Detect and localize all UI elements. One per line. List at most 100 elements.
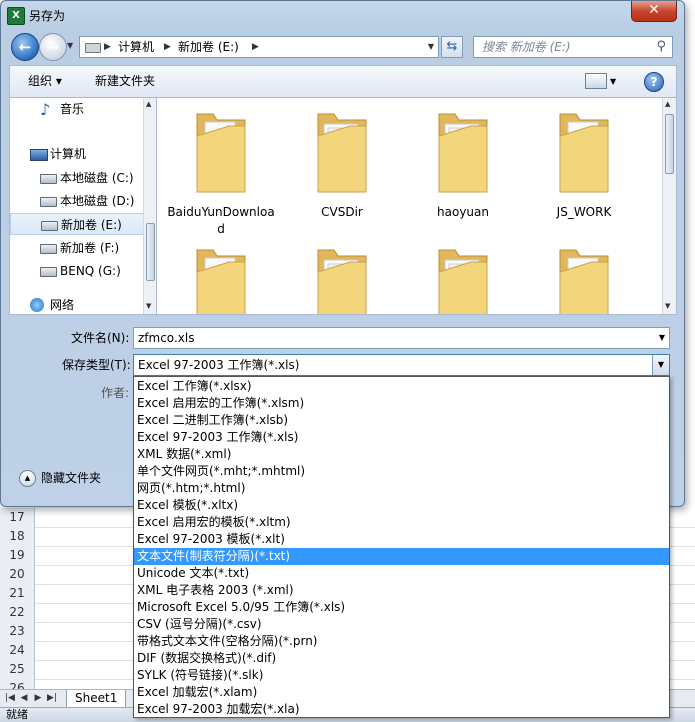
row-header[interactable]: 25	[0, 660, 35, 680]
search-placeholder: 搜索 新加卷 (E:)	[482, 40, 571, 54]
scroll-down-icon[interactable]: ▼	[665, 302, 670, 310]
filename-dropdown-icon[interactable]: ▼	[659, 328, 665, 348]
savetype-option[interactable]: 文本文件(制表符分隔)(*.txt)	[134, 548, 669, 565]
breadcrumb-arrow-icon[interactable]: ▶	[164, 37, 171, 57]
savetype-option[interactable]: Excel 97-2003 模板(*.xlt)	[134, 531, 669, 548]
drive-icon	[41, 221, 58, 231]
nav-item[interactable]: ♪ 音乐	[10, 98, 146, 120]
breadcrumb-arrow-icon[interactable]: ▶	[104, 37, 111, 57]
nav-item[interactable]: 网络	[10, 294, 146, 314]
savetype-select[interactable]: Excel 97-2003 工作簿(*.xls) ▼	[133, 354, 670, 376]
refresh-button[interactable]: ⇆	[441, 36, 463, 58]
view-dropdown-icon[interactable]: ▼	[610, 66, 616, 97]
nav-scroll-thumb[interactable]	[146, 223, 155, 281]
organize-button[interactable]: 组织 ▾	[28, 66, 62, 97]
scroll-down-icon[interactable]: ▼	[146, 302, 151, 310]
row-header[interactable]: 20	[0, 565, 35, 585]
scroll-up-icon[interactable]: ▲	[146, 100, 151, 108]
back-button[interactable]: ←	[11, 33, 39, 61]
new-folder-button[interactable]: 新建文件夹	[95, 66, 155, 97]
folder-label: JS_WORK	[556, 205, 612, 219]
savetype-option[interactable]: Excel 工作簿(*.xlsx)	[134, 378, 669, 395]
savetype-option[interactable]: Excel 二进制工作簿(*.xlsb)	[134, 412, 669, 429]
hide-folders-label: 隐藏文件夹	[41, 471, 102, 485]
savetype-option[interactable]: 网页(*.htm;*.html)	[134, 480, 669, 497]
filename-input[interactable]: zfmco.xls ▼	[133, 327, 670, 349]
prev-sheet-icon[interactable]: ◀	[18, 692, 30, 704]
folder-icon	[193, 242, 249, 314]
savetype-option[interactable]: DIF (数据交换格式)(*.dif)	[134, 650, 669, 667]
drive-icon	[40, 197, 57, 207]
nav-item-label: BENQ (G:)	[60, 264, 121, 278]
savetype-option[interactable]: Excel 97-2003 工作簿(*.xls)	[134, 429, 669, 446]
row-header[interactable]: 18	[0, 527, 35, 547]
savetype-option[interactable]: XML 数据(*.xml)	[134, 446, 669, 463]
title-bar: X 另存为 ✕	[1, 1, 684, 29]
savetype-option[interactable]: 单个文件网页(*.mht;*.mhtml)	[134, 463, 669, 480]
first-sheet-icon[interactable]: |◀	[4, 692, 16, 704]
row-header[interactable]: 21	[0, 584, 35, 604]
savetype-option[interactable]: CSV (逗号分隔)(*.csv)	[134, 616, 669, 633]
nav-item[interactable]: 新加卷 (F:)	[10, 237, 146, 259]
savetype-dropdown-list: Excel 工作簿(*.xlsx) Excel 启用宏的工作簿(*.xlsm) Ex…	[133, 376, 670, 718]
drive-icon	[85, 43, 101, 53]
toolbar: 组织 ▾ 新建文件夹 ▼ ?	[9, 65, 677, 97]
nav-item[interactable]: 计算机	[10, 143, 146, 165]
nav-item[interactable]: 本地磁盘 (D:)	[10, 190, 146, 212]
savetype-option[interactable]: XML 电子表格 2003 (*.xml)	[134, 582, 669, 599]
nav-item-label: 新加卷 (F:)	[60, 241, 120, 255]
folder-icon	[435, 242, 491, 314]
last-sheet-icon[interactable]: ▶|	[46, 692, 58, 704]
view-icon[interactable]	[585, 73, 607, 89]
folder-label: haoyuan	[437, 205, 489, 219]
savetype-option[interactable]: Unicode 文本(*.txt)	[134, 565, 669, 582]
history-dropdown-icon[interactable]: ▼	[67, 39, 77, 53]
breadcrumb-computer[interactable]: 计算机	[118, 37, 154, 57]
folder-label: CVSDir	[321, 205, 363, 219]
folder-label: BaiduYunDownload	[167, 205, 275, 236]
row-header[interactable]: 22	[0, 603, 35, 623]
row-header[interactable]: 24	[0, 641, 35, 661]
files-scroll-thumb[interactable]	[665, 114, 674, 174]
navigation-pane: ♪ 音乐计算机 本地磁盘 (C:) 本地磁盘 (D:) 新加卷 (E:) 新加卷 (F:)…	[9, 97, 157, 315]
drive-icon	[40, 174, 57, 184]
network-icon	[30, 298, 44, 312]
nav-scrollbar[interactable]: ▲ ▼	[143, 98, 156, 314]
savetype-option[interactable]: Excel 97-2003 加载宏(*.xla)	[134, 701, 669, 718]
status-text: 就绪	[6, 708, 28, 721]
close-button[interactable]: ✕	[631, 1, 677, 22]
savetype-dropdown-icon[interactable]: ▼	[652, 355, 669, 375]
savetype-option[interactable]: Excel 启用宏的工作簿(*.xlsm)	[134, 395, 669, 412]
scroll-up-icon[interactable]: ▲	[665, 100, 670, 108]
address-bar[interactable]: ▶ 计算机 ▶ 新加卷 (E:) ▶ ▼	[79, 36, 439, 58]
savetype-option[interactable]: Excel 启用宏的模板(*.xltm)	[134, 514, 669, 531]
row-header[interactable]: 19	[0, 546, 35, 566]
filename-label: 文件名(N):	[71, 331, 130, 345]
nav-item[interactable]: 本地磁盘 (C:)	[10, 167, 146, 189]
sheet-tab[interactable]: Sheet1	[66, 690, 127, 708]
search-input[interactable]: 搜索 新加卷 (E:) ⚲	[473, 36, 673, 58]
hide-folders-button[interactable]: ▲ 隐藏文件夹	[19, 469, 101, 487]
forward-button[interactable]: →	[39, 33, 67, 61]
folder-icon	[556, 106, 612, 196]
row-header[interactable]: 17	[0, 508, 35, 528]
computer-icon	[30, 149, 48, 161]
author-label: 作者:	[101, 386, 130, 400]
nav-item[interactable]: 新加卷 (E:)	[10, 213, 146, 235]
nav-item[interactable]: BENQ (G:)	[10, 260, 146, 282]
drive-icon	[40, 267, 57, 277]
breadcrumb-arrow-icon[interactable]: ▶	[252, 37, 259, 57]
savetype-option[interactable]: 带格式文本文件(空格分隔)(*.prn)	[134, 633, 669, 650]
breadcrumb-drive[interactable]: 新加卷 (E:)	[178, 37, 239, 57]
savetype-option[interactable]: Microsoft Excel 5.0/95 工作簿(*.xls)	[134, 599, 669, 616]
folder-icon	[556, 242, 612, 314]
next-sheet-icon[interactable]: ▶	[32, 692, 44, 704]
savetype-option[interactable]: SYLK (符号链接)(*.slk)	[134, 667, 669, 684]
row-header[interactable]: 23	[0, 622, 35, 642]
files-scrollbar[interactable]: ▲ ▼	[662, 98, 676, 314]
search-icon[interactable]: ⚲	[656, 37, 666, 57]
savetype-option[interactable]: Excel 模板(*.xltx)	[134, 497, 669, 514]
savetype-option[interactable]: Excel 加载宏(*.xlam)	[134, 684, 669, 701]
help-button[interactable]: ?	[644, 72, 664, 92]
address-dropdown-icon[interactable]: ▼	[428, 37, 434, 57]
